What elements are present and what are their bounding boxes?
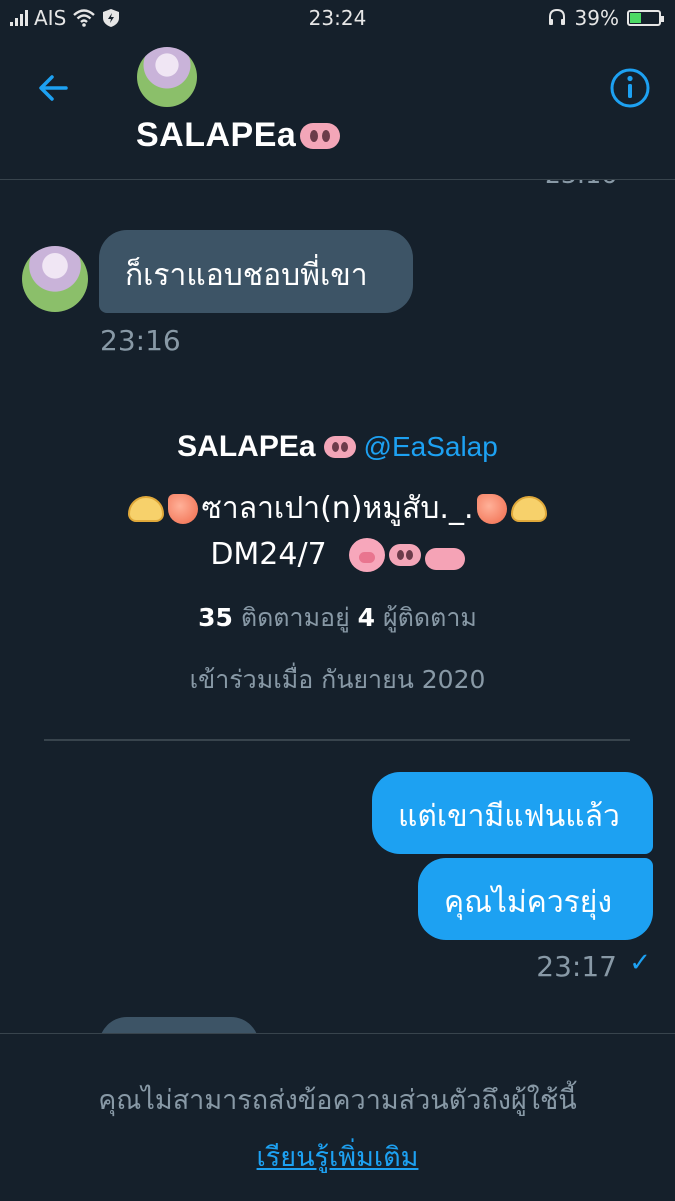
outgoing-message-bubble[interactable]: แต่เขามีแฟนแล้ว <box>372 772 653 854</box>
pig-nose-icon <box>300 122 341 149</box>
conversation-header: SALAPEa <box>0 36 675 180</box>
message-avatar[interactable] <box>22 246 88 312</box>
outgoing-timestamp: 23:17 <box>536 950 617 983</box>
profile-handle[interactable]: @EaSalap <box>364 431 498 463</box>
headset-icon <box>548 8 565 25</box>
conversation-area[interactable]: 23:16 ✓ ก็เราแอบชอบพี่เขา 23:16 SALAPEa … <box>0 180 675 1033</box>
status-right: 39% <box>547 6 664 30</box>
learn-more-link[interactable]: เรียนรู้เพิ่มเติม <box>0 1135 675 1178</box>
following-count: 35 <box>198 603 233 632</box>
header-name-text: SALAPEa <box>136 116 297 154</box>
dm-disabled-footer: คุณไม่สามารถส่งข้อความส่วนตัวถึงผู้ใช้นี… <box>0 1033 675 1201</box>
pig-icon <box>424 548 465 570</box>
header-user-name[interactable]: SALAPEa <box>136 116 341 155</box>
sent-check-icon: ✓ <box>630 180 648 187</box>
profile-bio: ซาลาเปา(n)หมูสับ._. DM24/7 <box>0 486 675 578</box>
profile-name: SALAPEa <box>177 430 316 463</box>
profile-stats: 35 ติดตามอยู่ 4 ผู้ติดตาม <box>0 598 675 638</box>
profile-joined-date: เข้าร่วมเมื่อ กันยายน 2020 <box>189 665 486 694</box>
partial-timestamp: 23:16 <box>545 180 617 189</box>
profile-name-row: SALAPEa @EaSalap <box>0 430 675 464</box>
status-bar: AIS 23:24 39% <box>0 0 675 36</box>
bio-line-2: DM24/7 <box>210 532 465 578</box>
bun-icon <box>511 496 548 522</box>
incoming-message-bubble-partial[interactable] <box>99 1017 259 1033</box>
bun-icon <box>127 496 164 522</box>
profile-card[interactable]: SALAPEa @EaSalap ซาลาเปา(n)หมูสับ._. DM2… <box>0 430 675 700</box>
followers-label: ผู้ติดตาม <box>383 603 477 632</box>
back-arrow-icon[interactable] <box>34 68 74 108</box>
followers-count: 4 <box>357 603 376 632</box>
sent-check-icon: ✓ <box>629 948 651 978</box>
divider <box>44 739 630 741</box>
dm-disabled-message: คุณไม่สามารถส่งข้อความส่วนตัวถึงผู้ใช้นี… <box>98 1085 577 1116</box>
outgoing-message-bubble[interactable]: คุณไม่ควรยุ่ง <box>418 858 653 940</box>
pig-nose-icon <box>323 436 356 458</box>
header-avatar[interactable] <box>137 47 197 107</box>
incoming-timestamp: 23:16 <box>100 324 181 357</box>
pig-nose-icon <box>388 544 421 566</box>
battery-percent: 39% <box>574 6 619 30</box>
bio-line-1: ซาลาเปา(n)หมูสับ._. <box>127 486 548 532</box>
peach-icon <box>167 494 198 524</box>
following-label: ติดตามอยู่ <box>240 603 350 632</box>
bio-text-2: DM24/7 <box>210 537 327 572</box>
pig-face-icon <box>348 538 385 572</box>
battery-icon <box>627 10 664 26</box>
peach-icon <box>477 494 508 524</box>
bio-text-1: ซาลาเปา(n)หมูสับ._. <box>201 491 474 526</box>
info-icon[interactable] <box>609 67 651 109</box>
incoming-message-bubble[interactable]: ก็เราแอบชอบพี่เขา <box>99 230 413 313</box>
